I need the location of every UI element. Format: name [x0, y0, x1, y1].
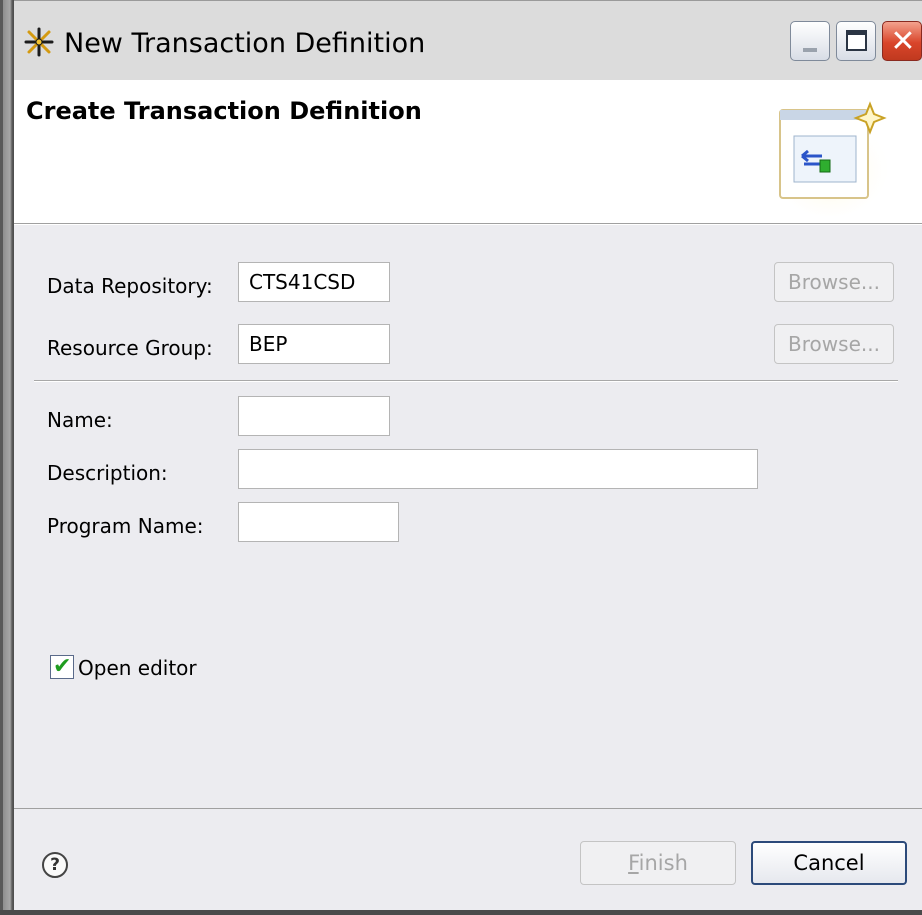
minimize-icon — [803, 48, 817, 52]
name-label: Name: — [47, 408, 113, 432]
form-panel: Data Repository: Browse... Resource Grou… — [14, 225, 922, 808]
data-repository-label: Data Repository: — [47, 274, 213, 298]
description-field[interactable] — [238, 449, 758, 489]
wizard-header: Create Transaction Definition — [14, 80, 922, 224]
window-bottom-border — [0, 910, 922, 915]
maximize-button[interactable] — [836, 21, 876, 61]
name-field[interactable] — [238, 396, 390, 436]
program-name-label: Program Name: — [47, 514, 204, 538]
title-bar[interactable]: New Transaction Definition ✕ — [14, 0, 922, 80]
open-editor-checkbox[interactable]: ✔ — [50, 654, 74, 679]
minimize-button[interactable] — [790, 21, 830, 61]
program-name-field[interactable] — [238, 502, 399, 542]
page-title: Create Transaction Definition — [26, 97, 422, 125]
finish-button[interactable]: Finish — [580, 841, 736, 885]
transaction-wizard-icon — [772, 101, 888, 216]
finish-label: inish — [638, 851, 688, 875]
button-bar: ? Finish Cancel — [14, 808, 922, 910]
form-separator — [34, 380, 898, 382]
check-icon: ✔ — [53, 654, 72, 679]
data-repository-field[interactable] — [238, 262, 390, 302]
maximize-icon — [846, 30, 867, 51]
data-repository-browse-button[interactable]: Browse... — [774, 262, 894, 302]
window-left-border — [0, 0, 14, 915]
wizard-window: New Transaction Definition ✕ Create Tran… — [0, 0, 922, 915]
close-icon: ✕ — [890, 24, 916, 59]
help-icon[interactable]: ? — [42, 852, 68, 878]
resource-group-field[interactable] — [238, 324, 390, 364]
resource-group-label: Resource Group: — [47, 336, 213, 360]
resource-group-browse-button[interactable]: Browse... — [774, 324, 894, 364]
window-title: New Transaction Definition — [64, 28, 426, 59]
open-editor-label[interactable]: Open editor — [78, 655, 197, 681]
description-label: Description: — [47, 461, 168, 485]
wizard-star-icon — [24, 27, 54, 57]
close-button[interactable]: ✕ — [882, 21, 922, 61]
finish-mnemonic: F — [628, 851, 639, 875]
cancel-button[interactable]: Cancel — [751, 841, 907, 885]
